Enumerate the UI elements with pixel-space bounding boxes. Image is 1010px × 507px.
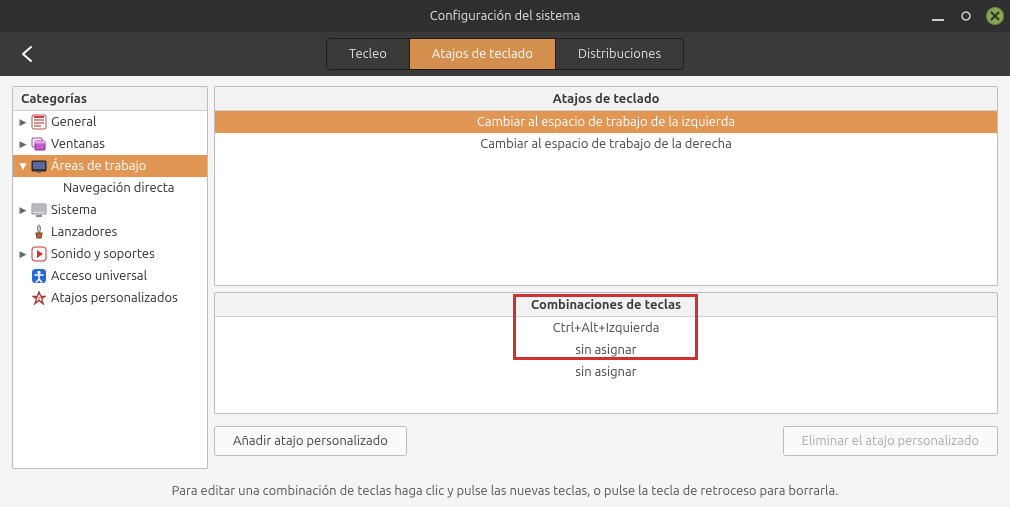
tree-item-acceso[interactable]: Acceso universal <box>13 265 207 287</box>
tree-label: Sonido y soportes <box>51 247 155 261</box>
workspaces-icon <box>31 158 47 174</box>
bindings-pane: Combinaciones de teclas Ctrl+Alt+Izquier… <box>214 292 998 414</box>
windows-icon <box>31 136 47 152</box>
tree-label: Lanzadores <box>51 225 117 239</box>
close-button[interactable] <box>986 7 1004 25</box>
categories-header: Categorías <box>13 87 207 111</box>
tree-item-sonido[interactable]: ▶ Sonido y soportes <box>13 243 207 265</box>
tab-bar: Tecleo Atajos de teclado Distribuciones <box>326 38 684 70</box>
window: Configuración del sistema Tecleo Atajos … <box>0 0 1010 507</box>
system-icon <box>31 202 47 218</box>
remove-shortcut-button: Eliminar el atajo personalizado <box>783 426 998 456</box>
minimize-button[interactable] <box>930 8 946 24</box>
tree-item-ventanas[interactable]: ▶ Ventanas <box>13 133 207 155</box>
categories-tree: ▶ General ▶ Ventanas ▼ <box>13 111 207 468</box>
shortcut-row[interactable]: Cambiar al espacio de trabajo de la dere… <box>215 133 997 155</box>
tree-item-navegacion[interactable]: Navegación directa <box>13 177 207 199</box>
tab-atajos[interactable]: Atajos de teclado <box>410 39 556 69</box>
tree-label: Navegación directa <box>63 181 174 195</box>
maximize-button[interactable] <box>958 8 974 24</box>
back-button[interactable] <box>14 40 42 68</box>
expander-icon[interactable]: ▶ <box>17 249 29 260</box>
svg-text:A: A <box>36 294 42 303</box>
shortcuts-pane: Atajos de teclado Cambiar al espacio de … <box>214 86 998 286</box>
tree-label: Acceso universal <box>51 269 147 283</box>
expander-icon[interactable]: ▶ <box>17 205 29 216</box>
binding-row[interactable]: sin asignar <box>215 339 997 361</box>
bindings-header: Combinaciones de teclas <box>215 293 997 317</box>
expander-icon[interactable]: ▼ <box>17 161 29 172</box>
shortcuts-header: Atajos de teclado <box>215 87 997 111</box>
tree-label: Ventanas <box>51 137 105 151</box>
tree-label: Áreas de trabajo <box>51 159 146 173</box>
media-icon <box>31 246 47 262</box>
tree-item-sistema[interactable]: ▶ Sistema <box>13 199 207 221</box>
expander-icon[interactable]: ▶ <box>17 117 29 128</box>
add-shortcut-button[interactable]: Añadir atajo personalizado <box>214 426 407 456</box>
tree-item-areas[interactable]: ▼ Áreas de trabajo <box>13 155 207 177</box>
footer-hint: Para editar una combinación de teclas ha… <box>0 475 1010 507</box>
tree-item-general[interactable]: ▶ General <box>13 111 207 133</box>
tree-label: General <box>51 115 96 129</box>
launchers-icon <box>31 224 47 240</box>
access-icon <box>31 268 47 284</box>
toolbar: Tecleo Atajos de teclado Distribuciones <box>0 32 1010 76</box>
tab-tecleo[interactable]: Tecleo <box>327 39 410 69</box>
tab-distribuciones[interactable]: Distribuciones <box>556 39 683 69</box>
prefs-icon <box>31 114 47 130</box>
binding-row[interactable]: sin asignar <box>215 361 997 383</box>
tree-item-lanzadores[interactable]: Lanzadores <box>13 221 207 243</box>
tree-label: Atajos personalizados <box>51 291 178 305</box>
categories-pane: Categorías ▶ General ▶ Ventanas <box>12 86 208 469</box>
custom-icon: A <box>31 290 47 306</box>
titlebar: Configuración del sistema <box>0 0 1010 32</box>
tree-item-atajos-pers[interactable]: A Atajos personalizados <box>13 287 207 309</box>
binding-row[interactable]: Ctrl+Alt+Izquierda <box>215 317 997 339</box>
shortcut-row[interactable]: Cambiar al espacio de trabajo de la izqu… <box>215 111 997 133</box>
expander-icon[interactable]: ▶ <box>17 139 29 150</box>
tree-label: Sistema <box>51 203 97 217</box>
window-title: Configuración del sistema <box>0 9 1010 23</box>
